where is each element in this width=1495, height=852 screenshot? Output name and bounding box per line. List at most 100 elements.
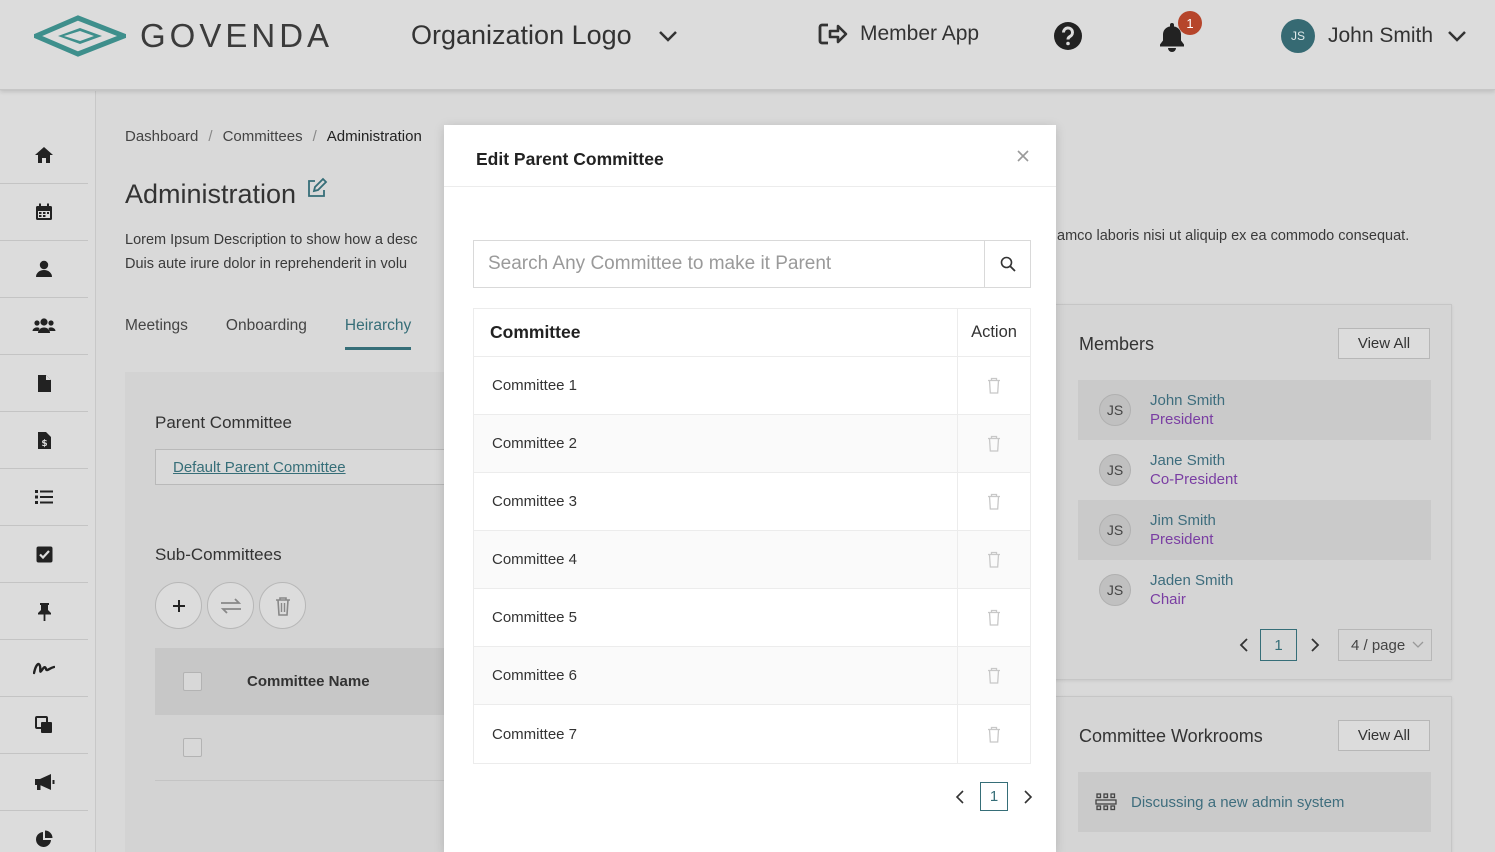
sidebar: $	[0, 91, 96, 852]
table-row[interactable]: Committee 2	[474, 415, 1030, 473]
table-row[interactable]: Committee 7	[474, 705, 1030, 763]
member-name[interactable]: Jaden Smith	[1150, 571, 1233, 590]
workroom-item[interactable]: Discussing a new admin system	[1078, 772, 1431, 832]
sidebar-item-list[interactable]	[0, 469, 88, 526]
notifications-button[interactable]: 1	[1157, 11, 1202, 58]
member-item[interactable]: JS John Smith President	[1078, 380, 1431, 440]
sub-committee-actions	[155, 582, 306, 629]
select-all-checkbox[interactable]	[183, 672, 202, 691]
member-name[interactable]: John Smith	[1150, 391, 1225, 410]
trash-icon	[988, 726, 1000, 743]
question-circle-icon	[1054, 22, 1082, 50]
workrooms-card: Committee Workrooms View All Discussing …	[1054, 696, 1452, 852]
tab-meetings[interactable]: Meetings	[125, 317, 188, 350]
sidebar-item-home[interactable]	[0, 127, 88, 184]
previous-page-button[interactable]	[1238, 638, 1250, 652]
tab-bar: Meetings Onboarding Heirarchy	[125, 317, 412, 350]
sidebar-item-copy[interactable]	[0, 697, 88, 754]
sidebar-item-invoices[interactable]: $	[0, 412, 88, 469]
help-button[interactable]	[1053, 21, 1083, 56]
brand-logo[interactable]: GOVENDA	[34, 14, 333, 58]
member-item[interactable]: JS Jim Smith President	[1078, 500, 1431, 560]
delete-row-button[interactable]	[958, 647, 1030, 704]
breadcrumb-administration: Administration	[326, 128, 422, 145]
member-app-label: Member App	[860, 22, 980, 45]
home-icon	[35, 147, 53, 163]
next-page-button[interactable]	[1309, 638, 1321, 652]
workroom-title: Discussing a new admin system	[1131, 793, 1345, 811]
sidebar-item-announcements[interactable]	[0, 754, 88, 811]
delete-row-button[interactable]	[958, 415, 1030, 472]
delete-row-button[interactable]	[958, 473, 1030, 530]
workrooms-view-all-button[interactable]: View All	[1338, 720, 1430, 751]
user-menu[interactable]: JS John Smith	[1281, 19, 1467, 53]
previous-page-button[interactable]	[954, 789, 966, 804]
add-sub-committee-button[interactable]	[155, 582, 202, 629]
table-row[interactable]: Committee 1	[474, 357, 1030, 415]
sidebar-item-reports[interactable]	[0, 811, 88, 852]
delete-sub-committee-button[interactable]	[259, 582, 306, 629]
sidebar-item-users[interactable]	[0, 298, 88, 355]
member-item[interactable]: JS Jane Smith Co-President	[1078, 440, 1431, 500]
committee-search-input[interactable]	[474, 241, 984, 287]
avatar: JS	[1281, 19, 1315, 53]
members-card: Members View All JS John Smith President…	[1054, 304, 1452, 680]
table-row[interactable]: Committee 6	[474, 647, 1030, 705]
avatar: JS	[1099, 454, 1131, 486]
row-checkbox[interactable]	[183, 738, 202, 757]
member-name[interactable]: Jane Smith	[1150, 451, 1238, 470]
modal-header: Edit Parent Committee	[444, 125, 1056, 187]
hierarchy-panel: Parent Committee Default Parent Committe…	[125, 372, 455, 852]
user-name: John Smith	[1328, 24, 1434, 47]
description-line: amco laboris nisi ut aliquip ex ea commo…	[1057, 228, 1410, 244]
sidebar-item-calendar[interactable]	[0, 184, 88, 241]
top-bar: GOVENDA Organization Logo Member App 1 J…	[0, 0, 1495, 90]
chevron-right-icon	[1024, 789, 1033, 804]
page-size-select[interactable]: 4 / page	[1338, 629, 1432, 661]
action-column-header: Action	[971, 323, 1017, 341]
modal-close-button[interactable]	[1016, 149, 1030, 168]
close-icon	[1017, 150, 1029, 162]
committee-name: Committee 1	[474, 357, 958, 414]
table-row[interactable]: Committee 3	[474, 473, 1030, 531]
parent-committee-link[interactable]: Default Parent Committee	[155, 449, 455, 485]
sidebar-item-documents[interactable]	[0, 355, 88, 412]
delete-row-button[interactable]	[958, 357, 1030, 414]
table-row[interactable]: Committee 5	[474, 589, 1030, 647]
next-page-button[interactable]	[1022, 789, 1034, 804]
breadcrumb-committees[interactable]: Committees	[223, 128, 303, 145]
pin-icon	[37, 602, 51, 621]
transfer-sub-committee-button[interactable]	[207, 582, 254, 629]
trash-icon	[988, 435, 1000, 452]
notification-badge: 1	[1178, 11, 1202, 35]
sidebar-item-tasks[interactable]	[0, 526, 88, 583]
sidebar-item-signatures[interactable]	[0, 640, 88, 697]
member-item[interactable]: JS Jaden Smith Chair	[1078, 560, 1431, 620]
parent-committee-label: Parent Committee	[155, 413, 292, 432]
delete-row-button[interactable]	[958, 589, 1030, 646]
tab-onboarding[interactable]: Onboarding	[226, 317, 307, 350]
breadcrumb-separator: /	[312, 128, 317, 145]
breadcrumb-dashboard[interactable]: Dashboard	[125, 128, 198, 145]
sub-committee-table-header: Committee Name	[155, 648, 455, 715]
search-button[interactable]	[984, 241, 1030, 287]
delete-row-button[interactable]	[958, 531, 1030, 588]
sidebar-item-user[interactable]	[0, 241, 88, 298]
organization-selector[interactable]: Organization Logo	[411, 20, 678, 51]
tab-heirarchy[interactable]: Heirarchy	[344, 317, 412, 350]
checkbox-icon	[36, 546, 52, 562]
invoice-icon: $	[37, 431, 51, 449]
member-app-link[interactable]: Member App	[818, 22, 979, 46]
pie-chart-icon	[36, 830, 53, 847]
member-name[interactable]: Jim Smith	[1150, 511, 1216, 530]
members-view-all-button[interactable]: View All	[1338, 328, 1430, 359]
page-number[interactable]: 1	[980, 782, 1008, 811]
sidebar-item-pinned[interactable]	[0, 583, 88, 640]
chevron-down-icon	[1448, 31, 1466, 42]
delete-row-button[interactable]	[958, 705, 1030, 763]
chevron-right-icon	[1311, 638, 1320, 652]
table-row[interactable]: Committee 4	[474, 531, 1030, 589]
page-number[interactable]: 1	[1260, 629, 1297, 661]
edit-title-button[interactable]	[306, 175, 328, 206]
trash-icon	[988, 493, 1000, 510]
